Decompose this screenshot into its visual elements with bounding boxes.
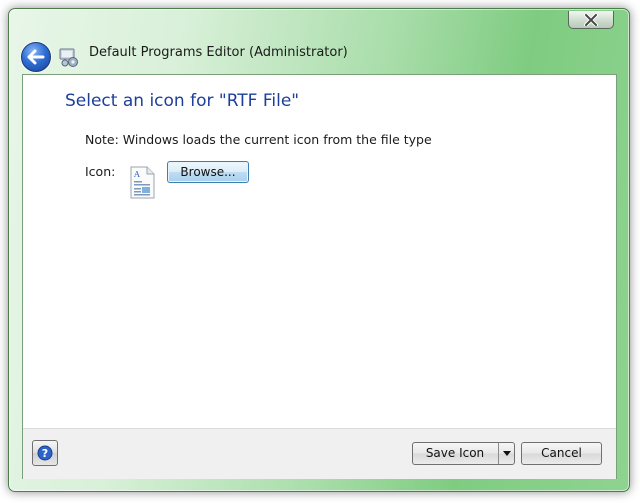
note-text: Note: Windows loads the current icon fro…: [85, 132, 432, 147]
icon-label: Icon:: [85, 164, 116, 179]
back-button[interactable]: [21, 42, 51, 72]
browse-button[interactable]: Browse...: [167, 161, 249, 183]
rtf-document-icon: A: [130, 166, 155, 199]
close-icon: [584, 13, 598, 26]
save-icon-label: Save Icon: [425, 446, 485, 460]
close-button[interactable]: [568, 11, 614, 29]
window-title: Default Programs Editor (Administrator): [89, 45, 348, 60]
dialog-content: Select an icon for "RTF File" Note: Wind…: [22, 74, 617, 479]
help-button[interactable]: ?: [32, 440, 58, 466]
chevron-down-icon: [503, 451, 511, 456]
svg-text:A: A: [133, 170, 140, 179]
page-title: Select an icon for "RTF File": [65, 91, 300, 111]
save-options-dropdown[interactable]: [498, 443, 515, 464]
svg-text:?: ?: [42, 447, 48, 460]
dialog-window: Default Programs Editor (Administrator) …: [8, 8, 630, 492]
default-programs-icon: [59, 48, 78, 67]
back-arrow-icon: [27, 49, 45, 65]
dialog-footer: ? Save Icon Cancel: [23, 428, 616, 479]
cancel-button[interactable]: Cancel: [521, 442, 602, 465]
help-icon: ?: [37, 445, 53, 461]
save-icon-button[interactable]: Save Icon: [412, 442, 515, 465]
